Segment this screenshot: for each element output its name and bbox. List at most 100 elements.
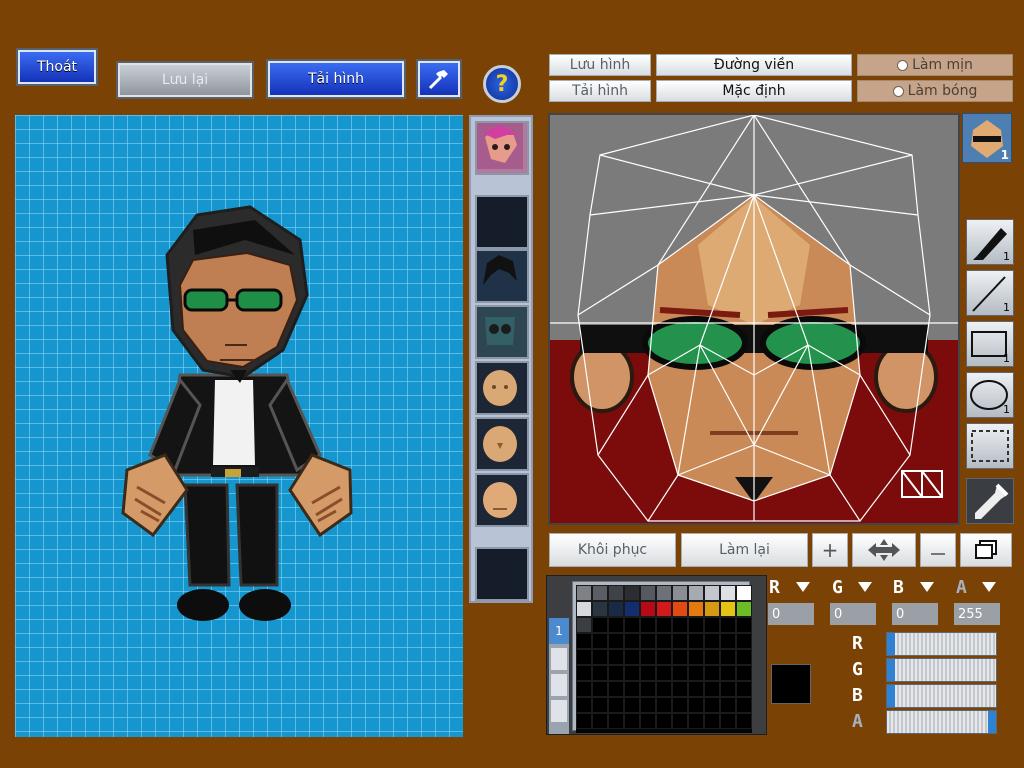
- palette-color-cell[interactable]: [704, 633, 720, 649]
- pen-tool[interactable]: 1: [966, 219, 1014, 265]
- palette-color-cell[interactable]: [672, 585, 688, 601]
- palette-color-cell[interactable]: [576, 649, 592, 665]
- palette-color-cell[interactable]: [592, 601, 608, 617]
- palette-color-cell[interactable]: [704, 713, 720, 729]
- default-button[interactable]: Mặc định: [656, 80, 852, 102]
- palette-color-cell[interactable]: [656, 681, 672, 697]
- palette-color-cell[interactable]: [592, 633, 608, 649]
- palette-color-cell[interactable]: [608, 697, 624, 713]
- line-tool[interactable]: 1: [966, 270, 1014, 316]
- palette-color-cell[interactable]: [608, 601, 624, 617]
- palette-color-cell[interactable]: [704, 601, 720, 617]
- palette-color-cell[interactable]: [640, 601, 656, 617]
- palette-color-cell[interactable]: [640, 617, 656, 633]
- palette-color-cell[interactable]: [720, 633, 736, 649]
- palette-color-cell[interactable]: [736, 617, 752, 633]
- thumb-character[interactable]: [475, 121, 529, 175]
- palette-color-cell[interactable]: [672, 601, 688, 617]
- add-button[interactable]: +: [812, 533, 848, 567]
- palette-color-cell[interactable]: [672, 697, 688, 713]
- minus-button[interactable]: [920, 533, 956, 567]
- select-tool[interactable]: [966, 423, 1014, 469]
- palette-color-cell[interactable]: [608, 713, 624, 729]
- palette-color-cell[interactable]: [656, 713, 672, 729]
- palette-tab-4[interactable]: [551, 700, 567, 722]
- palette-color-cell[interactable]: [688, 601, 704, 617]
- palette-color-cell[interactable]: [624, 713, 640, 729]
- palette-color-cell[interactable]: [672, 633, 688, 649]
- palette-color-cell[interactable]: [656, 649, 672, 665]
- palette-color-cell[interactable]: [608, 649, 624, 665]
- palette-color-cell[interactable]: [720, 681, 736, 697]
- smooth-option[interactable]: Làm mịn: [857, 54, 1013, 76]
- palette-color-cell[interactable]: [704, 697, 720, 713]
- g-slider[interactable]: [886, 658, 997, 682]
- palette-color-cell[interactable]: [576, 681, 592, 697]
- palette-color-cell[interactable]: [576, 633, 592, 649]
- palette-tab-1[interactable]: 1: [549, 618, 569, 644]
- r-slider-knob[interactable]: [887, 633, 895, 655]
- thumb-mask[interactable]: [475, 305, 529, 359]
- shade-option[interactable]: Làm bóng: [857, 80, 1013, 102]
- palette-color-cell[interactable]: [688, 697, 704, 713]
- palette-color-cell[interactable]: [592, 649, 608, 665]
- palette-color-cell[interactable]: [688, 617, 704, 633]
- palette-color-cell[interactable]: [640, 585, 656, 601]
- thumb-face-3[interactable]: [475, 473, 529, 527]
- palette-color-cell[interactable]: [672, 681, 688, 697]
- thumb-face-1[interactable]: [475, 361, 529, 415]
- palette-color-cell[interactable]: [720, 585, 736, 601]
- redo-button[interactable]: Làm lại: [681, 533, 808, 567]
- palette-color-cell[interactable]: [704, 585, 720, 601]
- palette-color-cell[interactable]: [672, 617, 688, 633]
- palette-color-cell[interactable]: [624, 585, 640, 601]
- palette-color-cell[interactable]: [608, 617, 624, 633]
- palette-color-cell[interactable]: [592, 585, 608, 601]
- a-value-field[interactable]: 255: [954, 603, 1000, 625]
- palette-color-cell[interactable]: [688, 585, 704, 601]
- rect-tool[interactable]: 1: [966, 321, 1014, 367]
- load-image-button[interactable]: Tải hình: [266, 59, 406, 99]
- ellipse-tool[interactable]: 1: [966, 372, 1014, 418]
- palette-color-cell[interactable]: [736, 713, 752, 729]
- palette-color-cell[interactable]: [576, 585, 592, 601]
- palette-color-cell[interactable]: [720, 713, 736, 729]
- palette-color-cell[interactable]: [592, 617, 608, 633]
- palette-color-cell[interactable]: [736, 697, 752, 713]
- hammer-button[interactable]: [416, 59, 462, 99]
- save-button[interactable]: Lưu lại: [116, 61, 254, 99]
- move-button[interactable]: [852, 533, 916, 567]
- palette-color-cell[interactable]: [624, 617, 640, 633]
- palette-tab-3[interactable]: [551, 674, 567, 696]
- palette-color-cell[interactable]: [720, 601, 736, 617]
- palette-color-cell[interactable]: [672, 665, 688, 681]
- palette-color-cell[interactable]: [688, 633, 704, 649]
- palette-color-cell[interactable]: [640, 665, 656, 681]
- thumb-hair[interactable]: [475, 249, 529, 303]
- palette-color-cell[interactable]: [592, 697, 608, 713]
- b-slider[interactable]: [886, 684, 997, 708]
- palette-color-cell[interactable]: [592, 681, 608, 697]
- b-dropdown-icon[interactable]: [920, 582, 934, 592]
- palette-color-cell[interactable]: [640, 633, 656, 649]
- r-value-field[interactable]: 0: [768, 603, 814, 625]
- thumb-empty-2[interactable]: [475, 547, 529, 601]
- palette-color-cell[interactable]: [592, 713, 608, 729]
- palette-color-cell[interactable]: [640, 681, 656, 697]
- palette-color-cell[interactable]: [608, 585, 624, 601]
- palette-color-cell[interactable]: [656, 617, 672, 633]
- palette-color-cell[interactable]: [576, 665, 592, 681]
- palette-color-cell[interactable]: [640, 713, 656, 729]
- help-button[interactable]: ?: [483, 65, 521, 103]
- palette-color-cell[interactable]: [576, 617, 592, 633]
- smooth-radio[interactable]: [897, 59, 909, 71]
- palette-color-cell[interactable]: [576, 697, 592, 713]
- a-dropdown-icon[interactable]: [982, 582, 996, 592]
- palette-color-cell[interactable]: [608, 633, 624, 649]
- palette-color-cell[interactable]: [720, 697, 736, 713]
- g-slider-knob[interactable]: [887, 659, 895, 681]
- exit-button[interactable]: Thoát: [16, 48, 98, 86]
- palette-color-cell[interactable]: [688, 665, 704, 681]
- palette-color-cell[interactable]: [672, 649, 688, 665]
- g-value-field[interactable]: 0: [830, 603, 876, 625]
